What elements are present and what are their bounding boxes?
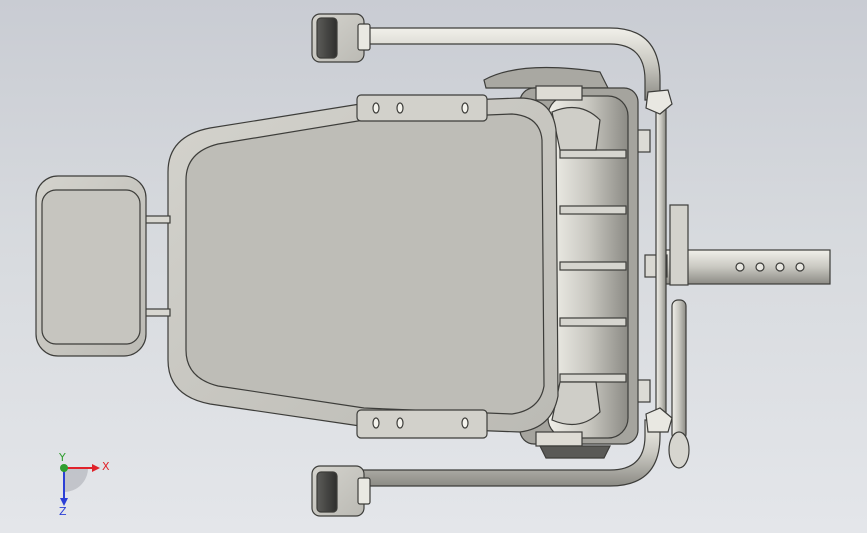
pivot-knob-top[interactable]	[645, 89, 673, 115]
x-axis-label: X	[102, 460, 110, 473]
pivot-knob-bottom[interactable]	[645, 407, 673, 433]
coordinate-triad: X Y Z	[48, 451, 118, 518]
seat-bracket-bottom[interactable]	[356, 409, 488, 439]
graphics-viewport[interactable]: X Y Z	[0, 0, 867, 533]
z-axis-label: Z	[59, 505, 67, 518]
seat-bracket-top[interactable]	[356, 94, 488, 122]
y-axis-dot	[60, 464, 68, 472]
y-axis-label: Y	[59, 451, 66, 464]
seat-assembly-model[interactable]	[0, 0, 867, 533]
recline-lever[interactable]	[668, 299, 690, 469]
leg-pad[interactable]	[35, 175, 147, 357]
seat-cushion[interactable]	[167, 97, 559, 433]
